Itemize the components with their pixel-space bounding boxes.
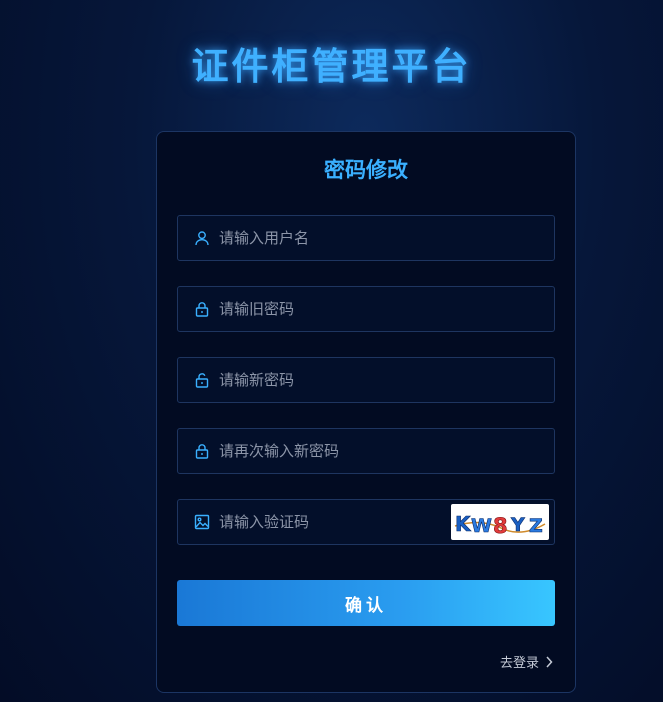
username-field[interactable]: [177, 215, 555, 261]
password-change-card: 密码修改 请输入用户名 请输入验证码 K W 8 Y Z 确认 去登录: [156, 131, 576, 693]
new-password-input[interactable]: [219, 358, 554, 402]
svg-text:Z: Z: [529, 515, 543, 537]
go-to-login-link[interactable]: 去登录: [500, 652, 553, 671]
username-input[interactable]: [219, 216, 554, 260]
image-icon: [193, 513, 211, 531]
lock-icon: [193, 300, 211, 318]
captcha-field[interactable]: K W 8 Y Z: [177, 499, 555, 545]
svg-text:W: W: [471, 515, 492, 537]
login-link-label: 去登录: [499, 656, 539, 671]
old-password-field[interactable]: [177, 286, 555, 332]
form-title: 密码修改: [324, 158, 408, 182]
unlock-icon: [193, 371, 211, 389]
lock-icon: [193, 442, 211, 460]
svg-text:Y: Y: [510, 514, 525, 536]
chevron-right-icon: [545, 655, 553, 668]
confirm-password-input[interactable]: [219, 429, 554, 473]
confirm-password-field[interactable]: [177, 428, 555, 474]
svg-text:8: 8: [493, 514, 508, 538]
svg-text:K: K: [455, 512, 472, 536]
old-password-input[interactable]: [219, 287, 554, 331]
confirm-button[interactable]: 确认: [177, 580, 555, 626]
captcha-image[interactable]: K W 8 Y Z: [451, 504, 549, 540]
user-icon: [193, 229, 211, 247]
captcha-input[interactable]: [219, 500, 451, 544]
new-password-field[interactable]: [177, 357, 555, 403]
app-title: 证件柜管理平台: [191, 45, 472, 88]
